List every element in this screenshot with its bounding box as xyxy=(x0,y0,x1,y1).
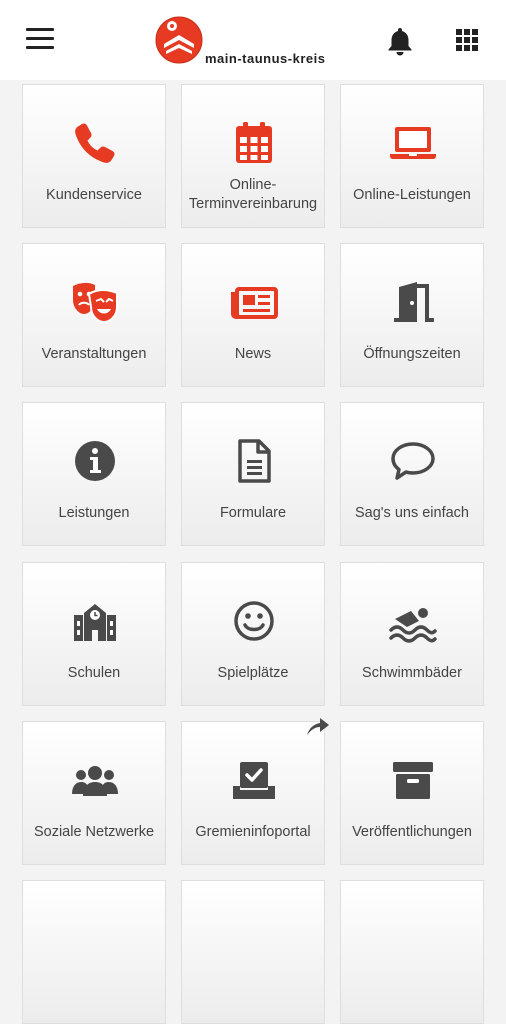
tile-partial[interactable] xyxy=(22,880,166,1024)
tile-label: Öffnungszeiten xyxy=(363,345,461,362)
tile-label: News xyxy=(234,345,272,362)
tile-veroeffentlichungen[interactable]: Veröffentlichungen xyxy=(340,721,484,865)
tile-label: Formulare xyxy=(219,504,287,521)
tile-label: Veranstaltungen xyxy=(41,345,147,362)
tile-spielplaetze[interactable]: Spielplätze xyxy=(181,562,325,706)
tile-formulare[interactable]: Formulare xyxy=(181,402,325,546)
calendar-icon xyxy=(236,122,272,163)
hamburger-menu-icon[interactable] xyxy=(26,28,54,52)
tile-online-leistungen[interactable]: Online-Leistungen xyxy=(340,84,484,228)
tile-label: Schwimmbäder xyxy=(362,664,462,681)
door-open-icon xyxy=(394,282,434,322)
logo[interactable]: main-taunus-kreis xyxy=(155,14,355,70)
tile-label: Online-Leistungen xyxy=(353,186,471,203)
tile-veranstaltungen[interactable]: Veranstaltungen xyxy=(22,243,166,387)
tile-label: Veröffentlichungen xyxy=(352,823,472,840)
theater-masks-icon xyxy=(73,282,118,324)
tile-gremieninfoportal[interactable]: Gremieninfoportal xyxy=(181,721,325,865)
tile-label: Schulen xyxy=(67,664,121,681)
tile-label: Spielplätze xyxy=(217,664,289,681)
tile-label: Leistungen xyxy=(58,504,130,521)
archive-box-icon xyxy=(393,762,433,799)
tile-label: Soziale Netzwerke xyxy=(33,823,155,840)
tile-oeffnungszeiten[interactable]: Öffnungszeiten xyxy=(340,243,484,387)
apps-grid-icon[interactable] xyxy=(456,29,478,51)
tile-label: Online-Terminvereinbarung xyxy=(188,177,318,212)
vote-box-icon xyxy=(233,762,275,799)
school-icon xyxy=(74,604,116,641)
laptop-icon xyxy=(390,127,436,159)
tile-partial[interactable] xyxy=(181,880,325,1024)
curved-arrow-icon xyxy=(307,718,329,735)
app-header: main-taunus-kreis xyxy=(0,0,506,80)
tile-label: Sag's uns einfach xyxy=(354,504,469,521)
newspaper-icon xyxy=(231,287,278,319)
tile-schwimmbaeder[interactable]: Schwimmbäder xyxy=(340,562,484,706)
tile-online-terminvereinbarung[interactable]: Online-Terminvereinbarung xyxy=(181,84,325,228)
tile-news[interactable]: News xyxy=(181,243,325,387)
info-circle-icon xyxy=(75,441,115,481)
logo-text: main-taunus-kreis xyxy=(205,51,326,66)
swimmer-icon xyxy=(389,608,437,643)
tile-schulen[interactable]: Schulen xyxy=(22,562,166,706)
tile-label: Kundenservice xyxy=(46,186,142,203)
tile-sags-uns-einfach[interactable]: Sag's uns einfach xyxy=(340,402,484,546)
tile-soziale-netzwerke[interactable]: Soziale Netzwerke xyxy=(22,721,166,865)
tile-kundenservice[interactable]: Kundenservice xyxy=(22,84,166,228)
speech-bubble-icon xyxy=(391,442,435,480)
kreis-emblem-icon xyxy=(155,16,203,64)
phone-icon xyxy=(75,123,115,163)
document-icon xyxy=(238,439,271,483)
users-icon xyxy=(72,766,118,796)
tile-leistungen[interactable]: Leistungen xyxy=(22,402,166,546)
bell-icon[interactable] xyxy=(386,26,414,56)
tile-label: Gremieninfoportal xyxy=(195,823,311,840)
smiley-icon xyxy=(234,601,274,641)
tile-partial[interactable] xyxy=(340,880,484,1024)
